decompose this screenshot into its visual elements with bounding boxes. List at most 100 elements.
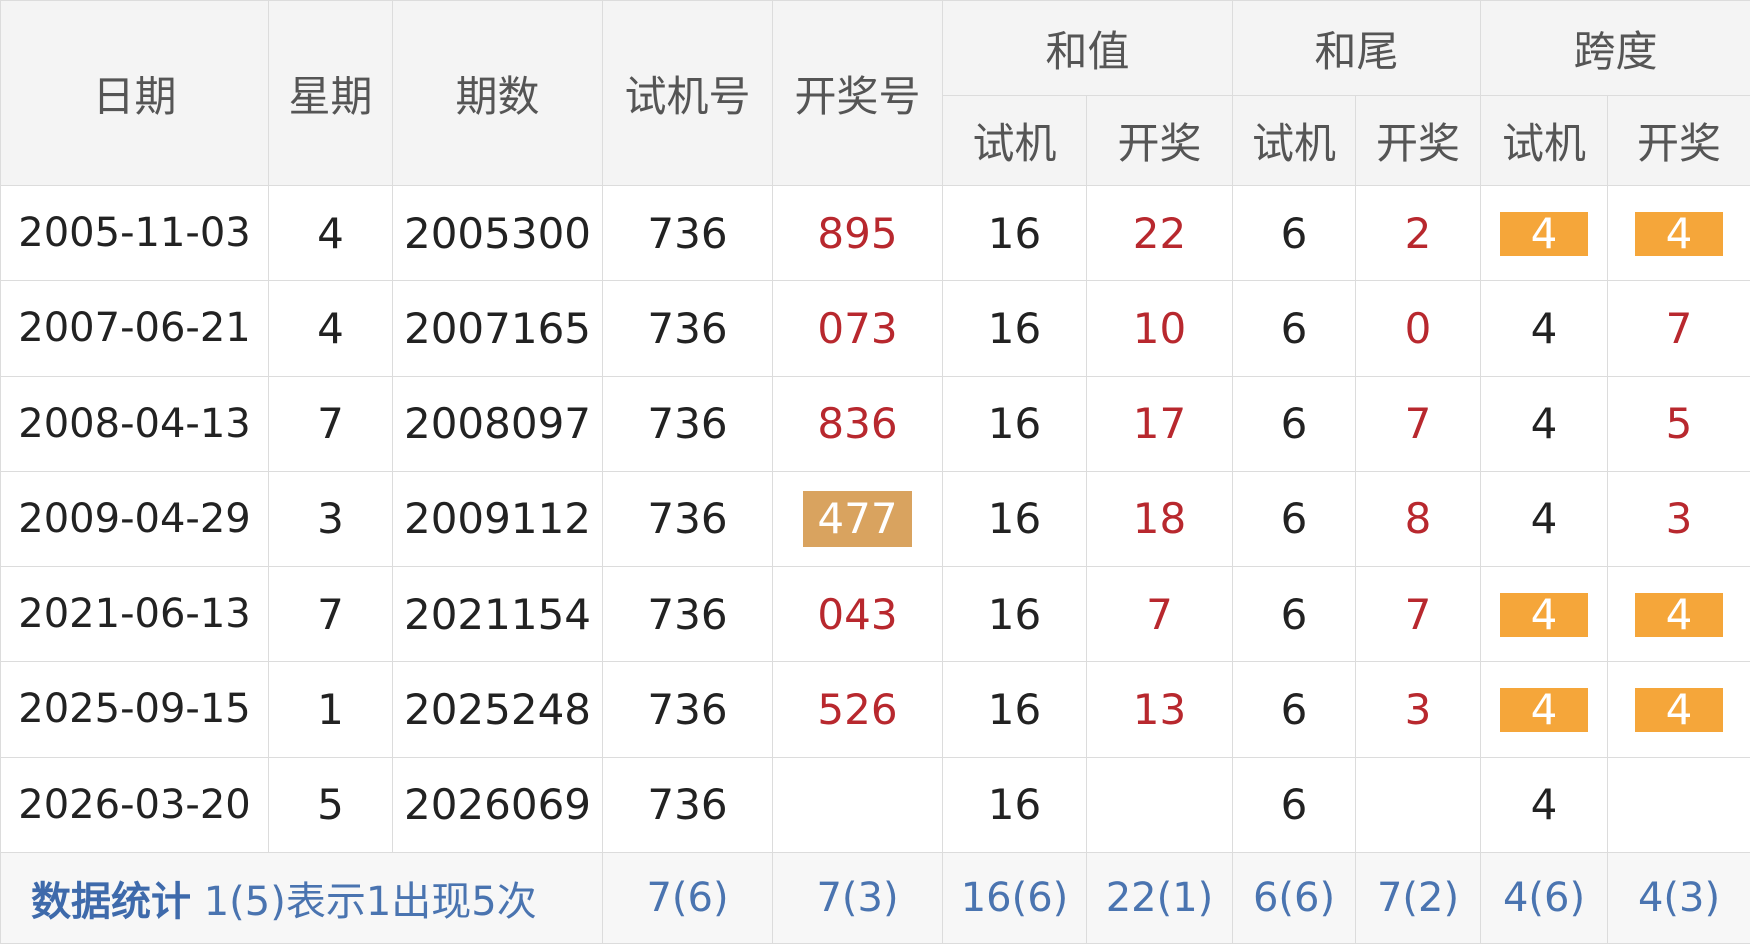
cell-sum-trial: 16 [942, 470, 1087, 568]
cell-weekday: 4 [268, 184, 393, 282]
cell-span-draw: 4 [1607, 565, 1750, 663]
cell-tail-trial: 6 [1232, 661, 1357, 758]
cell-issue: 2009112 [392, 470, 603, 568]
cell-issue: 2008097 [392, 375, 603, 472]
stats-label-cell: 数据统计 1(5)表示1出现5次 [0, 851, 603, 944]
cell-span-trial: 4 [1480, 280, 1609, 377]
cell-weekday: 3 [268, 470, 393, 568]
span-match-badge: 4 [1500, 592, 1589, 637]
cell-trial: 736 [602, 375, 773, 472]
cell-sum-trial: 16 [942, 756, 1087, 853]
cell-sum-trial: 16 [942, 184, 1087, 282]
cell-weekday: 7 [268, 375, 393, 472]
cell-weekday: 1 [268, 661, 393, 758]
cell-sum-trial: 16 [942, 280, 1087, 377]
cell-tail-draw: 8 [1355, 470, 1482, 568]
cell-draw: 477 [772, 470, 943, 568]
stats-tail-trial: 6(6) [1232, 851, 1357, 944]
cell-issue: 2005300 [392, 184, 603, 282]
lottery-history-table: 日期 星期 期数 试机号 开奖号 和值 和尾 跨度 试机 开奖 试机 开奖 试机… [0, 0, 1750, 944]
cell-date: 2009-04-29 [0, 470, 269, 568]
cell-span-draw: 4 [1607, 184, 1750, 282]
cell-sum-draw: 13 [1085, 661, 1234, 758]
subheader-tail-draw: 开奖 [1355, 95, 1482, 186]
cell-draw: 526 [772, 661, 943, 758]
stats-span-trial: 4(6) [1480, 851, 1609, 944]
stats-row: 数据统计 1(5)表示1出现5次 7(6) 7(3) 16(6) 22(1) 6… [0, 851, 1750, 944]
cell-tail-draw: 0 [1355, 280, 1482, 377]
span-match-badge: 4 [1500, 687, 1589, 732]
cell-tail-trial: 6 [1232, 184, 1357, 282]
cell-date: 2026-03-20 [0, 756, 269, 853]
stats-tail-draw: 7(2) [1355, 851, 1482, 944]
stats-sum-trial: 16(6) [942, 851, 1087, 944]
cell-sum-draw: 7 [1085, 565, 1234, 663]
stats-draw: 7(3) [772, 851, 943, 944]
cell-issue: 2025248 [392, 661, 603, 758]
cell-tail-trial: 6 [1232, 280, 1357, 377]
cell-tail-draw: 2 [1355, 184, 1482, 282]
table-row: 2005-11-03 4 2005300 736 895 16 22 6 2 4… [0, 184, 1750, 282]
cell-trial: 736 [602, 184, 773, 282]
header-weekday: 星期 [268, 0, 393, 186]
stats-trial: 7(6) [602, 851, 773, 944]
cell-span-trial: 4 [1480, 470, 1609, 568]
span-match-badge: 4 [1635, 211, 1724, 256]
cell-weekday: 5 [268, 756, 393, 853]
stats-span-draw: 4(3) [1607, 851, 1750, 944]
cell-weekday: 7 [268, 565, 393, 663]
cell-trial: 736 [602, 280, 773, 377]
subheader-span-trial: 试机 [1480, 95, 1609, 186]
cell-span-trial: 4 [1480, 184, 1609, 282]
stats-sum-draw: 22(1) [1085, 851, 1234, 944]
cell-sum-trial: 16 [942, 375, 1087, 472]
table-row: 2021-06-13 7 2021154 736 043 16 7 6 7 4 … [0, 565, 1750, 663]
stats-note: 1(5)表示1出现5次 [191, 878, 537, 925]
header-draw-number: 开奖号 [772, 0, 943, 186]
cell-span-draw [1607, 756, 1750, 853]
cell-tail-draw: 3 [1355, 661, 1482, 758]
cell-span-draw: 3 [1607, 470, 1750, 568]
cell-tail-trial: 6 [1232, 756, 1357, 853]
cell-date: 2008-04-13 [0, 375, 269, 472]
header-trial-number: 试机号 [602, 0, 773, 186]
subheader-sum-draw: 开奖 [1085, 95, 1234, 186]
cell-draw [772, 756, 943, 853]
cell-span-trial: 4 [1480, 756, 1609, 853]
cell-trial: 736 [602, 565, 773, 663]
header-tail: 和尾 [1232, 0, 1482, 96]
cell-date: 2005-11-03 [0, 184, 269, 282]
cell-issue: 2021154 [392, 565, 603, 663]
subheader-span-draw: 开奖 [1607, 95, 1750, 186]
cell-draw: 043 [772, 565, 943, 663]
cell-trial: 736 [602, 756, 773, 853]
cell-tail-draw: 7 [1355, 375, 1482, 472]
cell-draw: 073 [772, 280, 943, 377]
cell-date: 2007-06-21 [0, 280, 269, 377]
cell-tail-trial: 6 [1232, 470, 1357, 568]
cell-sum-draw: 22 [1085, 184, 1234, 282]
cell-date: 2025-09-15 [0, 661, 269, 758]
cell-sum-draw: 18 [1085, 470, 1234, 568]
cell-tail-draw [1355, 756, 1482, 853]
span-match-badge: 4 [1635, 687, 1724, 732]
cell-sum-trial: 16 [942, 565, 1087, 663]
table-row: 2026-03-20 5 2026069 736 16 6 4 [0, 756, 1750, 853]
cell-draw: 836 [772, 375, 943, 472]
cell-tail-draw: 7 [1355, 565, 1482, 663]
cell-span-draw: 7 [1607, 280, 1750, 377]
header-sum: 和值 [941, 0, 1234, 96]
cell-tail-trial: 6 [1232, 565, 1357, 663]
cell-tail-trial: 6 [1232, 375, 1357, 472]
cell-trial: 736 [602, 470, 773, 568]
table-row: 2009-04-29 3 2009112 736 477 16 18 6 8 4… [0, 470, 1750, 568]
cell-span-trial: 4 [1480, 661, 1609, 758]
table-row: 2025-09-15 1 2025248 736 526 16 13 6 3 4… [0, 661, 1750, 758]
cell-date: 2021-06-13 [0, 565, 269, 663]
draw-match-badge: 477 [803, 490, 912, 547]
cell-draw: 895 [772, 184, 943, 282]
cell-span-trial: 4 [1480, 565, 1609, 663]
cell-span-trial: 4 [1480, 375, 1609, 472]
header-date: 日期 [0, 0, 269, 186]
span-match-badge: 4 [1500, 211, 1589, 256]
